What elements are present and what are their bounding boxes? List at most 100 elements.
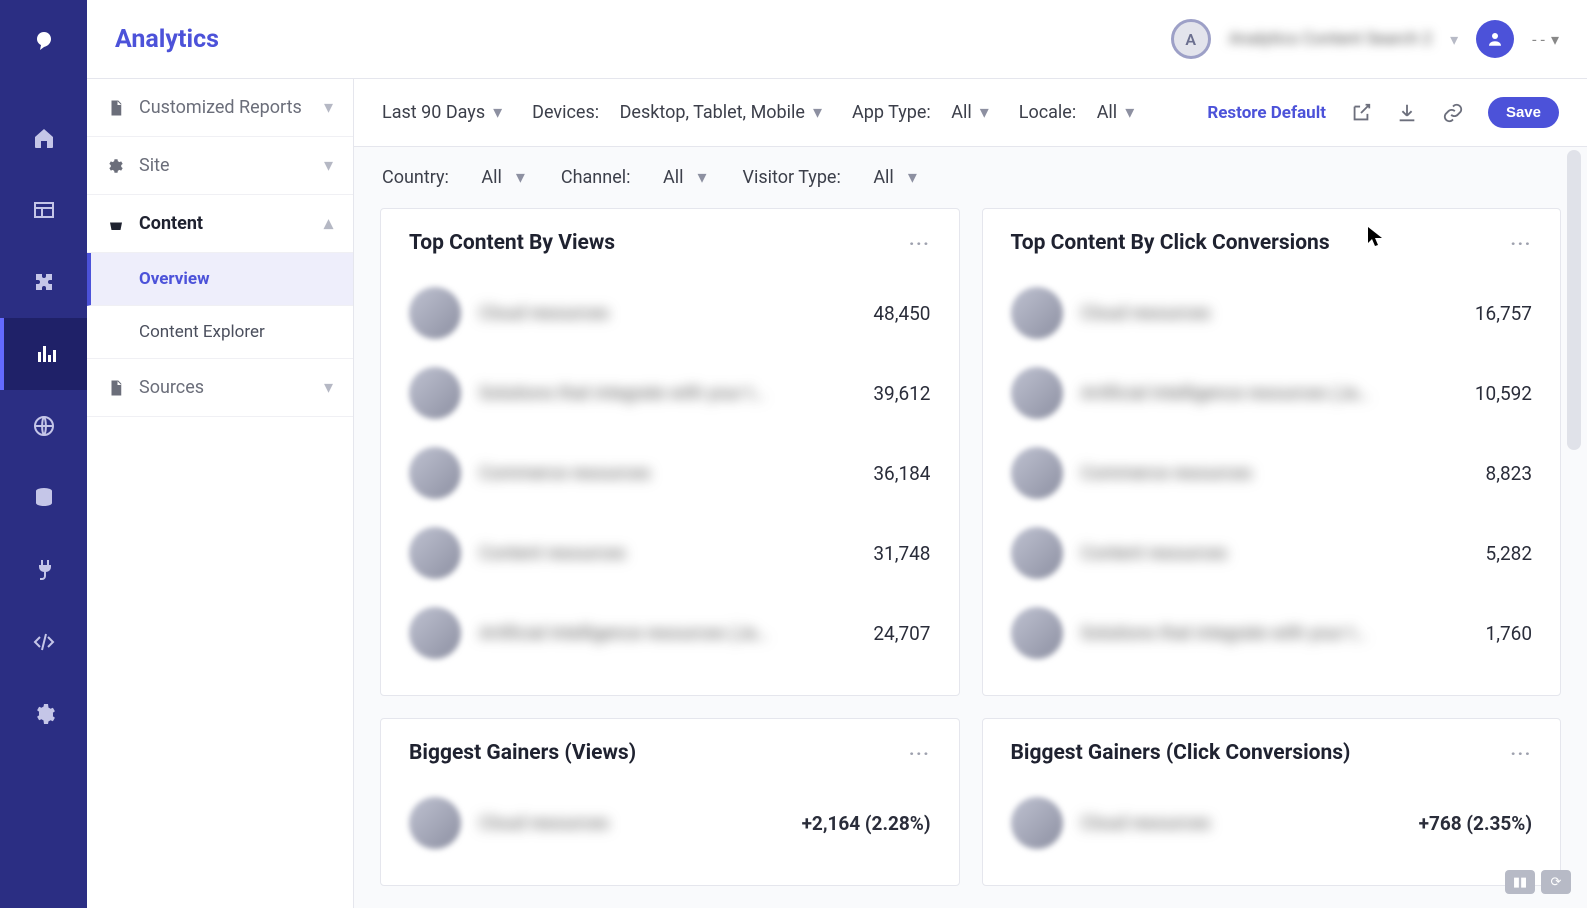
sidebar-content[interactable]: Content ▴ (87, 195, 353, 253)
thumbnail (1011, 367, 1063, 419)
scrollbar[interactable] (1567, 150, 1581, 450)
chevron-down-icon: ▾ (813, 102, 822, 123)
row-value: 1,760 (1486, 622, 1532, 645)
sidebar-sources[interactable]: Sources ▾ (87, 359, 353, 417)
thumbnail (409, 447, 461, 499)
list-item[interactable]: Artificial Intelligence resources (Ja…10… (1011, 353, 1533, 433)
sidebar-item-label: Overview (139, 269, 210, 289)
row-label: Cloud resources (479, 303, 855, 324)
nav-code[interactable] (0, 606, 87, 678)
chevron-up-icon: ▴ (324, 213, 333, 234)
filter-channel[interactable]: Channel: All ▾ (561, 167, 707, 188)
card-top-content-conversions: Top Content By Click Conversions ··· Clo… (982, 208, 1562, 696)
nav-puzzle[interactable] (0, 246, 87, 318)
subfilter-bar: Country: All ▾ Channel: All ▾ Visitor Ty… (354, 147, 1587, 198)
row-value: +768 (2.35%) (1419, 812, 1532, 835)
row-label: Commerce resources (1081, 463, 1468, 484)
list-item[interactable]: Cloud resources +768 (2.35%) (1011, 783, 1533, 863)
chevron-down-icon: ▾ (1125, 102, 1134, 123)
user-avatar[interactable] (1476, 20, 1514, 58)
card-title: Top Content By Views (409, 231, 615, 255)
card-gainers-conversions: Biggest Gainers (Click Conversions) ··· … (982, 718, 1562, 886)
content-area: Last 90 Days▾ Devices: Desktop, Tablet, … (354, 79, 1587, 908)
row-value: 48,450 (873, 302, 930, 325)
list-item[interactable]: Artificial Intelligence resources (Ja…24… (409, 593, 931, 673)
list-item[interactable]: Solutions that integrate with your t…39,… (409, 353, 931, 433)
chevron-down-icon: ▾ (493, 102, 502, 123)
row-value: 31,748 (873, 542, 930, 565)
sidebar-item-label: Customized Reports (139, 97, 302, 118)
card-title: Biggest Gainers (Views) (409, 741, 636, 765)
sidebar: Customized Reports ▾ Site ▾ Content ▴ Ov… (87, 79, 354, 908)
thumbnail (1011, 287, 1063, 339)
filter-bar: Last 90 Days▾ Devices: Desktop, Tablet, … (354, 79, 1587, 147)
row-value: 16,757 (1475, 302, 1532, 325)
chevron-down-icon[interactable]: ▾ (1450, 30, 1458, 49)
row-label: Solutions that integrate with your t… (479, 383, 855, 404)
list-item[interactable]: Cloud resources 16,757 (1011, 273, 1533, 353)
row-label: Cloud resources (1081, 813, 1401, 834)
sidebar-customized-reports[interactable]: Customized Reports ▾ (87, 79, 353, 137)
thumbnail (409, 607, 461, 659)
basket-icon (107, 215, 125, 233)
row-label: Solutions that integrate with your t… (1081, 623, 1468, 644)
list-item[interactable]: Cloud resources+2,164 (2.28%) (409, 783, 931, 863)
chevron-down-icon: ▾ (324, 155, 333, 176)
thumbnail (409, 527, 461, 579)
row-label: Cloud resources (479, 813, 784, 834)
more-icon[interactable]: ··· (909, 234, 930, 253)
list-item[interactable]: Commerce resources36,184 (409, 433, 931, 513)
filter-locale[interactable]: Locale: All▾ (1019, 102, 1134, 123)
nav-rail (0, 0, 87, 908)
row-label: Cloud resources (1081, 303, 1457, 324)
restore-default-link[interactable]: Restore Default (1207, 103, 1326, 123)
nav-globe[interactable] (0, 390, 87, 462)
list-item[interactable]: Cloud resources 48,450 (409, 273, 931, 353)
thumbnail (1011, 607, 1063, 659)
list-item[interactable]: Content resources5,282 (1011, 513, 1533, 593)
nav-database[interactable] (0, 462, 87, 534)
export-icon[interactable] (1350, 102, 1372, 124)
nav-plug[interactable] (0, 534, 87, 606)
nav-layout[interactable] (0, 174, 87, 246)
card-title: Top Content By Click Conversions (1011, 231, 1330, 255)
list-item[interactable]: Content resources31,748 (409, 513, 931, 593)
nav-settings[interactable] (0, 678, 87, 750)
more-icon[interactable]: ··· (1511, 744, 1532, 763)
pause-icon[interactable]: ▮▮ (1505, 870, 1535, 894)
filter-apptype[interactable]: App Type: All▾ (852, 102, 989, 123)
nav-analytics[interactable] (0, 318, 87, 390)
card-gainers-views: Biggest Gainers (Views) ··· Cloud resour… (380, 718, 960, 886)
download-icon[interactable] (1396, 102, 1418, 124)
card-title: Biggest Gainers (Click Conversions) (1011, 741, 1351, 765)
filter-devices[interactable]: Devices: Desktop, Tablet, Mobile▾ (532, 102, 822, 123)
file-icon (107, 379, 125, 397)
link-icon[interactable] (1442, 102, 1464, 124)
row-label: Artificial Intelligence resources (Ja… (1081, 383, 1457, 404)
account-avatar[interactable]: A (1171, 19, 1211, 59)
file-icon (107, 99, 125, 117)
sidebar-overview[interactable]: Overview (87, 253, 353, 306)
list-item[interactable]: Solutions that integrate with your t… 1,7… (1011, 593, 1533, 673)
more-icon[interactable]: ··· (909, 744, 930, 763)
row-value: 36,184 (873, 462, 930, 485)
filter-country[interactable]: Country: All ▾ (382, 167, 525, 188)
save-button[interactable]: Save (1488, 97, 1559, 128)
cards-grid: Top Content By Views ··· Cloud resources… (354, 198, 1587, 908)
filter-visitor-type[interactable]: Visitor Type: All ▾ (743, 167, 917, 188)
list-item[interactable]: Commerce resources8,823 (1011, 433, 1533, 513)
filter-date-range[interactable]: Last 90 Days▾ (382, 102, 502, 123)
row-value: 5,282 (1486, 542, 1532, 565)
more-icon[interactable]: ··· (1511, 234, 1532, 253)
nav-home[interactable] (0, 102, 87, 174)
user-menu[interactable]: - - ▾ (1532, 30, 1559, 49)
chevron-down-icon: ▾ (908, 167, 917, 188)
refresh-icon[interactable]: ⟳ (1541, 870, 1571, 894)
sidebar-item-label: Sources (139, 377, 204, 398)
sidebar-content-explorer[interactable]: Content Explorer (87, 306, 353, 359)
thumbnail (1011, 797, 1063, 849)
row-label: Artificial Intelligence resources (Ja… (479, 623, 855, 644)
logo-icon (24, 22, 64, 62)
sidebar-site[interactable]: Site ▾ (87, 137, 353, 195)
sidebar-item-label: Content (139, 213, 203, 234)
